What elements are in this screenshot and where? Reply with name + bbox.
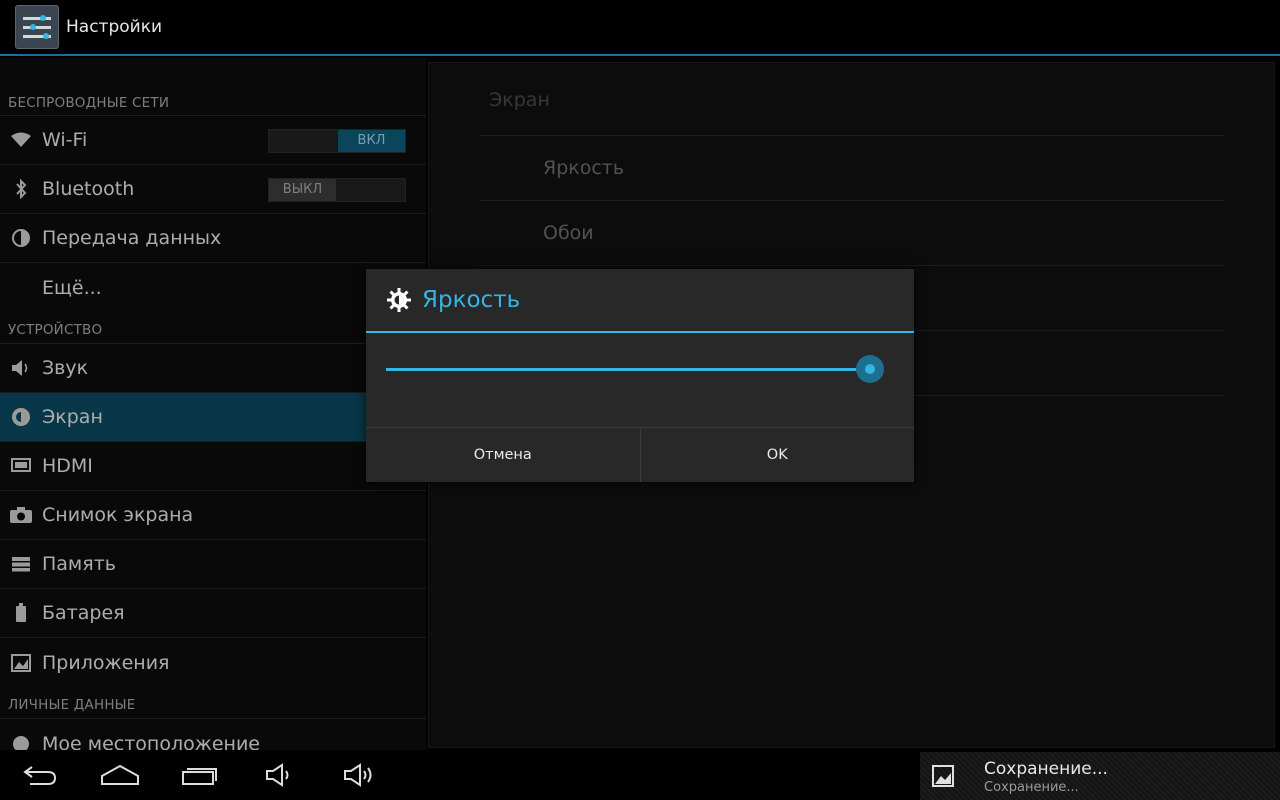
notification-title: Сохранение... [984, 759, 1108, 779]
settings-app-icon[interactable] [15, 5, 59, 49]
notification[interactable]: Сохранение... Сохранение... [920, 752, 1280, 800]
ok-button[interactable]: OK [639, 428, 915, 482]
app-title: Настройки [66, 17, 163, 37]
brightness-slider[interactable] [366, 333, 914, 425]
action-bar: Настройки [0, 0, 1280, 56]
dialog-title-bar: Яркость [366, 269, 914, 333]
slider-track[interactable] [386, 368, 880, 371]
cancel-button[interactable]: Отмена [366, 428, 640, 482]
volume-down-icon[interactable] [258, 760, 302, 790]
brightness-icon [386, 287, 412, 313]
dialog-title: Яркость [422, 287, 521, 313]
recent-apps-icon[interactable] [178, 760, 222, 790]
volume-up-icon[interactable] [338, 760, 382, 790]
notification-subtitle: Сохранение... [984, 780, 1079, 795]
slider-thumb[interactable] [856, 355, 885, 383]
brightness-dialog: Яркость Отмена OK [366, 269, 914, 482]
image-icon [932, 765, 954, 787]
back-icon[interactable] [18, 760, 62, 790]
dialog-buttons: Отмена OK [366, 427, 914, 482]
home-icon[interactable] [98, 760, 142, 790]
